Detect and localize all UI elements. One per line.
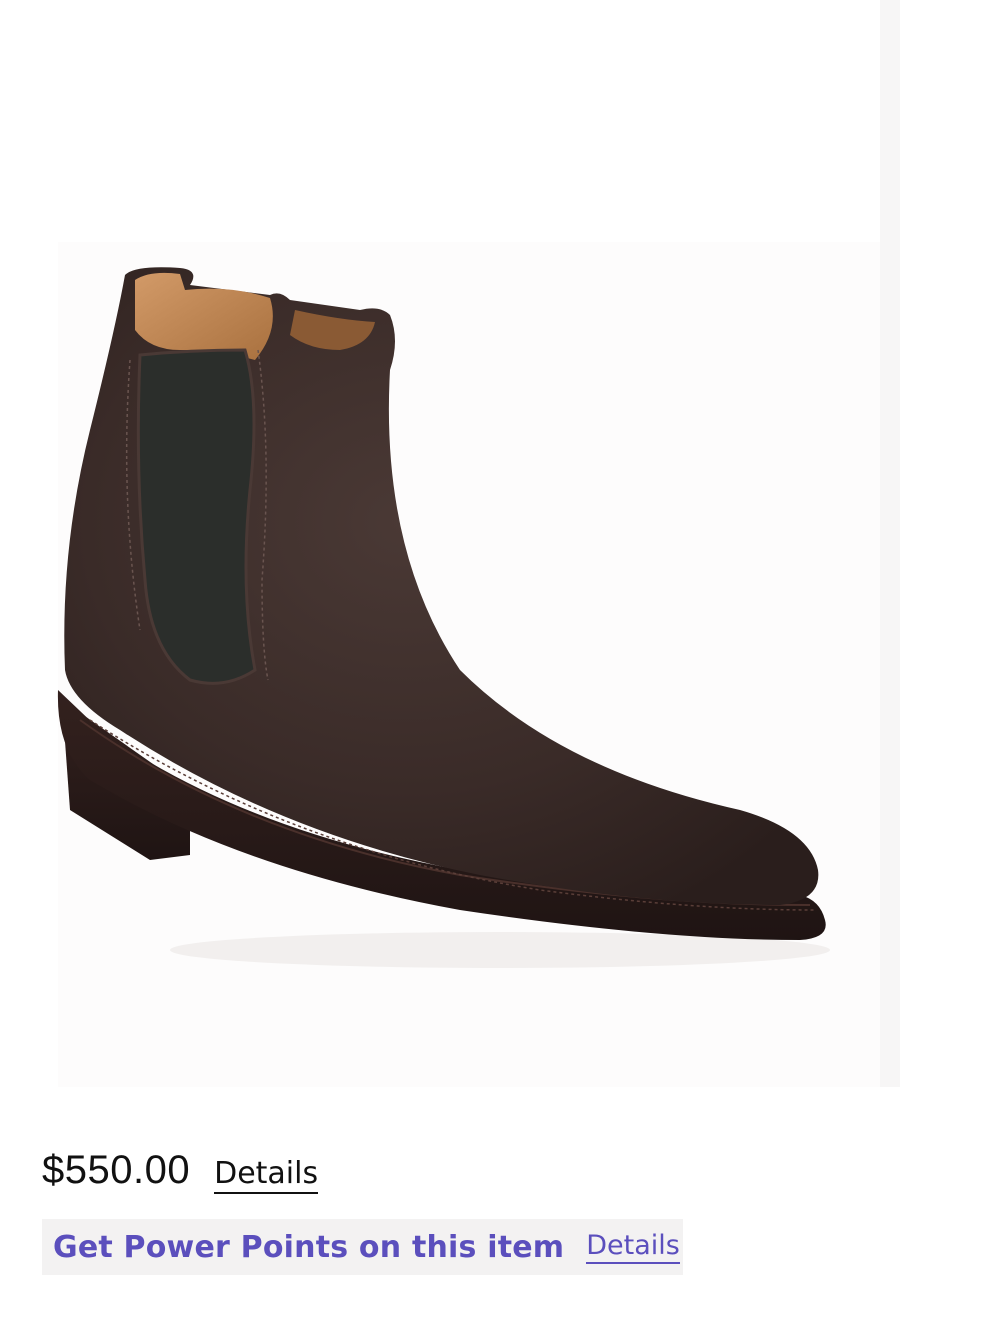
product-page: $550.00 Details Get Power Points on this… (0, 0, 1000, 1333)
power-points-text: Get Power Points on this item (53, 1229, 565, 1265)
price-details-link[interactable]: Details (214, 1156, 319, 1194)
power-points-details-link[interactable]: Details (586, 1230, 680, 1264)
next-image-preview[interactable] (880, 0, 900, 1087)
product-image-gallery[interactable] (0, 0, 880, 1087)
power-points-banner: Get Power Points on this item Details (42, 1219, 683, 1275)
product-price: $550.00 (42, 1148, 191, 1192)
product-image[interactable] (40, 250, 840, 990)
favorite-button[interactable] (858, 30, 880, 130)
price-row: $550.00 Details (42, 1148, 319, 1194)
